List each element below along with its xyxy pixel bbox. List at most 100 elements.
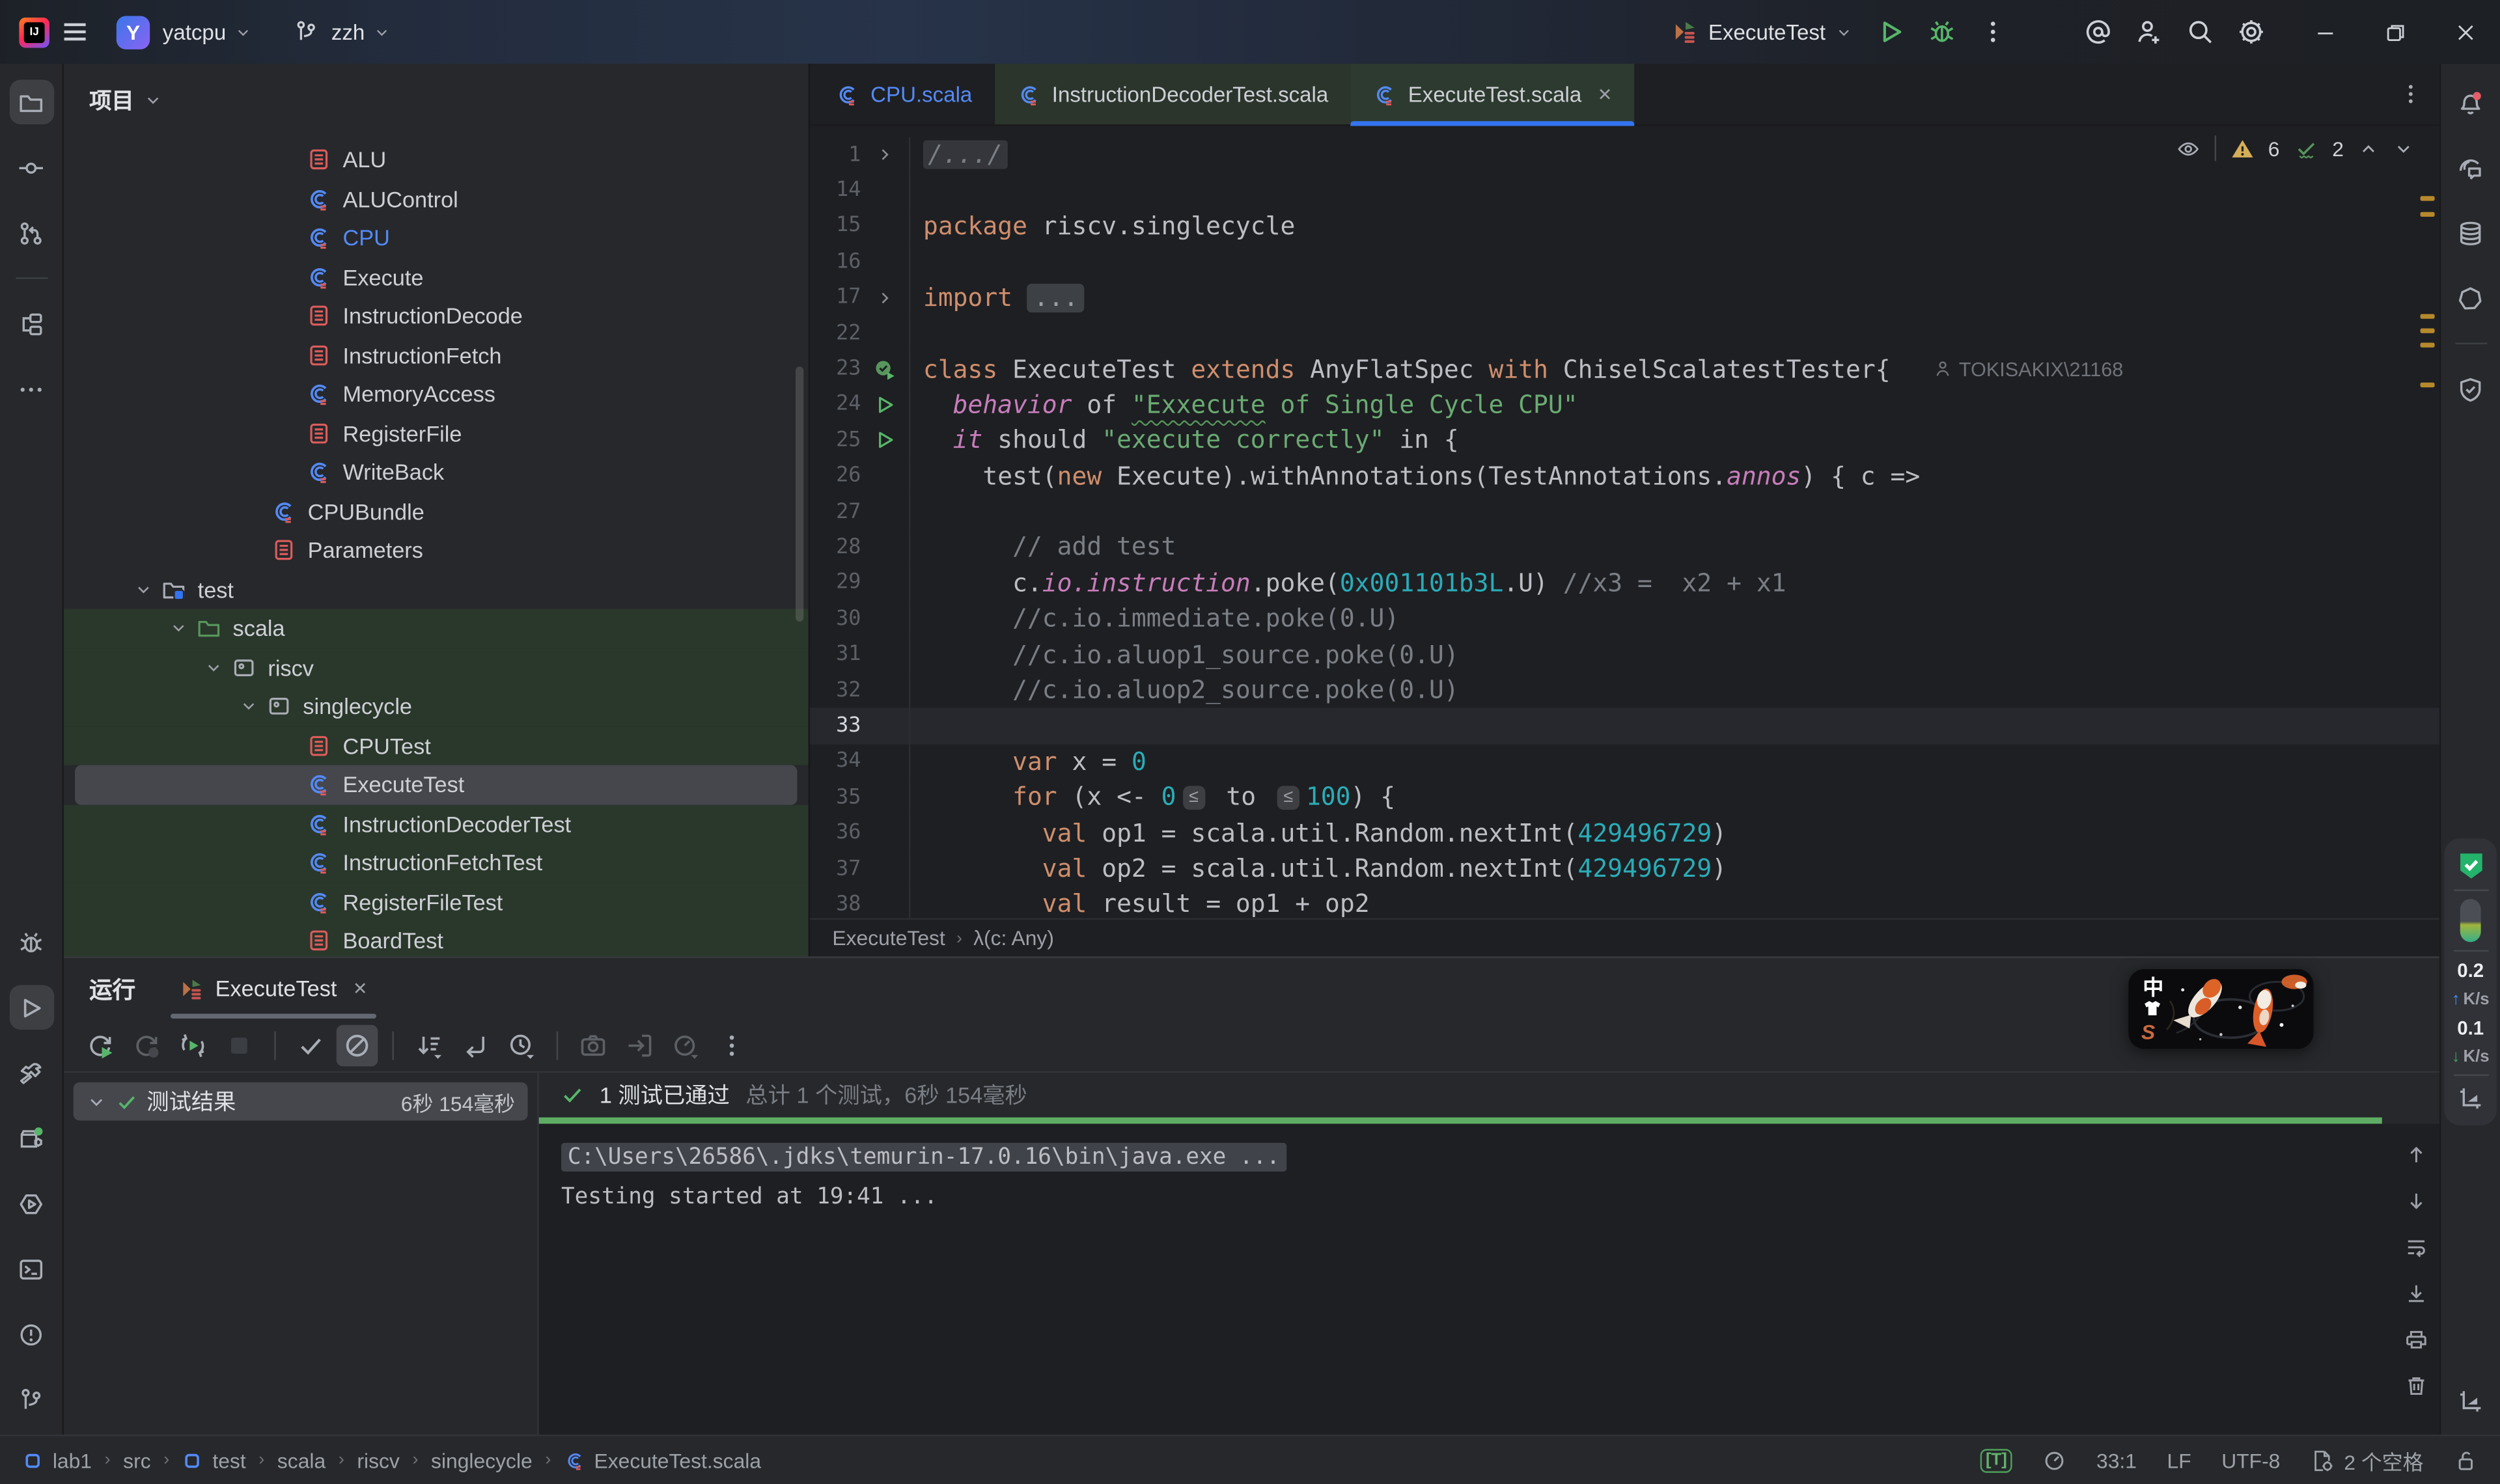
notifications-button[interactable] xyxy=(2448,79,2493,124)
window-layout-button[interactable] xyxy=(2448,1377,2493,1422)
rerun-failed-tests-button[interactable] xyxy=(126,1024,167,1065)
prev-occurrence-button[interactable] xyxy=(2401,1140,2430,1168)
tree-item-ALUControl[interactable]: ALUControl xyxy=(64,180,809,219)
pull-requests-button[interactable] xyxy=(8,210,53,255)
tree-item-InstructionFetch[interactable]: InstructionFetch xyxy=(64,336,809,375)
tree-item-RegisterFile[interactable]: RegisterFile xyxy=(64,414,809,453)
code-line-25[interactable]: 25 it should "execute correctly" in { xyxy=(810,422,2439,458)
tree-item-riscv[interactable]: riscv xyxy=(64,648,809,687)
status-breadcrumb-riscv[interactable]: riscv xyxy=(357,1448,399,1472)
console-output[interactable]: C:\Users\26586\.jdks\temurin-17.0.16\bin… xyxy=(539,1124,2439,1435)
stop-button[interactable] xyxy=(219,1024,260,1065)
status-breadcrumb-ExecuteTest.scala[interactable]: ExecuteTest.scala xyxy=(564,1448,761,1472)
tree-item-CPUTest[interactable]: CPUTest xyxy=(64,726,809,765)
file-encoding[interactable]: UTF-8 xyxy=(2221,1448,2280,1472)
scroll-to-end-button[interactable] xyxy=(2401,1278,2430,1307)
window-restore-button[interactable] xyxy=(2359,0,2430,64)
build-tool-button[interactable] xyxy=(2448,276,2493,321)
code-line-34[interactable]: 34 var x = 0 xyxy=(810,744,2439,780)
tree-item-test[interactable]: test xyxy=(64,570,809,609)
code-line-38[interactable]: 38 val result = op1 + op2 xyxy=(810,886,2439,918)
tree-item-CPU[interactable]: CPU xyxy=(64,219,809,258)
tree-item-MemoryAccess[interactable]: MemoryAccess xyxy=(64,375,809,414)
close-tab-icon[interactable]: ✕ xyxy=(1598,84,1613,105)
code-line-32[interactable]: 32 //c.io.aluop2_source.poke(0.U) xyxy=(810,672,2439,708)
soft-wrap-button[interactable] xyxy=(2401,1232,2430,1261)
tree-item-WriteBack[interactable]: WriteBack xyxy=(64,453,809,492)
more-tool-windows-button[interactable] xyxy=(8,366,53,411)
tree-item-InstructionDecoderTest[interactable]: InstructionDecoderTest xyxy=(64,804,809,844)
warning-stripe-mark[interactable] xyxy=(2421,383,2435,387)
passed-count[interactable]: 2 xyxy=(2332,136,2344,160)
translation-badge[interactable]: [T] xyxy=(1981,1448,2012,1472)
code-line-31[interactable]: 31 //c.io.aluop1_source.poke(0.U) xyxy=(810,637,2439,672)
code-line-37[interactable]: 37 val op2 = scala.util.Random.nextInt(4… xyxy=(810,851,2439,886)
ai-assistant-button[interactable] xyxy=(2448,145,2493,190)
run-config-selector[interactable]: ExecuteTest xyxy=(1660,7,1865,57)
database-button[interactable] xyxy=(2448,210,2493,255)
rerun-tests-button[interactable] xyxy=(79,1024,121,1065)
next-occurrence-button[interactable] xyxy=(2401,1186,2430,1215)
next-problem-icon[interactable] xyxy=(2393,138,2414,159)
window-close-button[interactable] xyxy=(2430,0,2500,64)
vcs-widget[interactable]: zzh xyxy=(293,19,390,44)
project-widget[interactable]: Y yatcpu xyxy=(117,15,252,48)
code-line-36[interactable]: 36 val op1 = scala.util.Random.nextInt(4… xyxy=(810,815,2439,851)
main-menu-icon[interactable] xyxy=(49,7,100,57)
close-run-tab-icon[interactable]: ✕ xyxy=(353,978,368,998)
problems-button[interactable] xyxy=(8,1312,53,1357)
tree-item-RegisterFileTest[interactable]: RegisterFileTest xyxy=(64,883,809,922)
tree-item-CPUBundle[interactable]: CPUBundle xyxy=(64,492,809,531)
tree-item-Execute[interactable]: Execute xyxy=(64,258,809,297)
ime-skin-shirt-icon[interactable] xyxy=(2141,998,2163,1019)
code-viewport[interactable]: 1/.../1415package riscv.singlecycle1617i… xyxy=(810,126,2439,918)
print-button[interactable] xyxy=(2401,1325,2430,1353)
code-line-33[interactable]: 33 xyxy=(810,708,2439,744)
code-line-35[interactable]: 35 for (x <- 0≤ to ≤100) { xyxy=(810,780,2439,816)
breadcrumb-item[interactable]: λ(c: Any) xyxy=(973,926,1054,950)
tree-item-BoardTest[interactable]: BoardTest xyxy=(64,922,809,957)
highlight-level-eye-icon[interactable] xyxy=(2176,136,2200,160)
commit-button[interactable] xyxy=(8,145,53,190)
project-scrollbar[interactable] xyxy=(796,366,803,622)
tree-item-ALU[interactable]: ALU xyxy=(64,141,809,180)
tree-item-scala[interactable]: scala xyxy=(64,609,809,648)
import-test-results-button[interactable] xyxy=(618,1024,660,1065)
warning-stripe-mark[interactable] xyxy=(2421,212,2435,217)
prev-problem-icon[interactable] xyxy=(2358,138,2379,159)
ime-widget[interactable]: 中 S xyxy=(2128,969,2313,1049)
warning-stripe-mark[interactable] xyxy=(2421,196,2435,200)
search-everywhere-icon[interactable] xyxy=(2174,7,2225,57)
tree-item-singlecycle[interactable]: singlecycle xyxy=(64,687,809,726)
tree-item-InstructionDecode[interactable]: InstructionDecode xyxy=(64,297,809,336)
project-panel-header[interactable]: 项目 xyxy=(64,64,809,137)
status-breadcrumb-singlecycle[interactable]: singlecycle xyxy=(431,1448,533,1472)
toggle-auto-test-button[interactable] xyxy=(172,1024,214,1065)
inspections-widget[interactable]: 6 2 xyxy=(2176,135,2414,161)
test-results-node[interactable]: 测试结果 6秒 154毫秒 xyxy=(74,1082,528,1121)
code-line-14[interactable]: 14 xyxy=(810,172,2439,208)
status-breadcrumb-scala[interactable]: scala xyxy=(277,1448,326,1472)
show-ignored-button[interactable] xyxy=(337,1024,378,1065)
code-line-15[interactable]: 15package riscv.singlecycle xyxy=(810,208,2439,244)
warning-count[interactable]: 6 xyxy=(2268,136,2280,160)
warning-stripe-mark[interactable] xyxy=(2421,343,2435,348)
breadcrumb-item[interactable]: ExecuteTest xyxy=(832,926,945,950)
run-button[interactable] xyxy=(8,985,53,1030)
status-breadcrumb-src[interactable]: src xyxy=(123,1448,150,1472)
build-button[interactable] xyxy=(8,1051,53,1095)
status-breadcrumb-lab1[interactable]: lab1 xyxy=(22,1448,92,1472)
code-with-me-icon[interactable] xyxy=(2124,7,2174,57)
run-button[interactable] xyxy=(1865,7,1916,57)
indent-setting[interactable]: 2 个空格 xyxy=(2311,1445,2423,1476)
trusted-project-button[interactable] xyxy=(2448,366,2493,411)
ime-brand-letter[interactable]: S xyxy=(2141,1020,2155,1044)
sbt-shell-button[interactable] xyxy=(8,1181,53,1226)
more-options-button[interactable] xyxy=(711,1024,753,1065)
navigate-with-single-click-button[interactable] xyxy=(454,1024,496,1065)
code-line-16[interactable]: 16 xyxy=(810,244,2439,280)
screenshot-crop-icon[interactable] xyxy=(2457,1084,2484,1111)
services-button[interactable] xyxy=(8,1116,53,1161)
warning-stripe-mark[interactable] xyxy=(2421,328,2435,333)
code-line-30[interactable]: 30 //c.io.immediate.poke(0.U) xyxy=(810,601,2439,637)
